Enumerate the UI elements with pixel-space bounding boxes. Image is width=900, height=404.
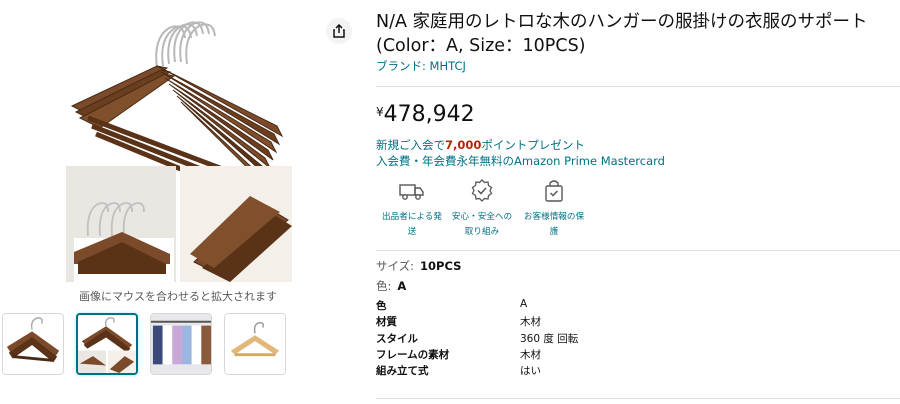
promo-suffix: ポイントプレゼント [481, 138, 585, 152]
shirts-inset-illustration [66, 166, 176, 282]
thumbnail-1[interactable] [2, 313, 64, 375]
size-selector[interactable]: サイズ: 10PCS [376, 258, 461, 274]
share-button[interactable] [326, 18, 352, 44]
spec-key: 色 [376, 300, 387, 312]
feature-label-2b: 取り組み [464, 227, 500, 237]
spec-key: スタイル [376, 332, 418, 345]
rail-inset-illustration [180, 166, 292, 282]
spec-row: フレームの素材 木材 [376, 347, 676, 363]
thumbnail-3[interactable] [150, 313, 212, 375]
size-label: サイズ: [376, 259, 415, 273]
thumbnail-strip [2, 313, 292, 377]
zoom-hint-text: 画像にマウスを合わせると拡大されます [79, 290, 277, 303]
prime-mastercard-link[interactable]: 入会費・年会費永年無料のAmazon Prime Mastercard [376, 153, 665, 169]
spec-key: フレームの素材 [376, 348, 450, 361]
color-label: 色: [376, 279, 392, 293]
spec-row: 材質 木材 [376, 314, 676, 330]
spec-value: 木材 [520, 316, 541, 329]
thumbnail-2-selected[interactable] [76, 313, 138, 375]
brand-link[interactable]: ブランド: MHTCJ [376, 58, 466, 74]
price-amount: 478,942 [383, 102, 475, 127]
spec-key: 材質 [376, 316, 397, 329]
spec-value: A [520, 298, 528, 310]
spec-value: はい [520, 365, 541, 378]
price: ¥478,942 [376, 102, 475, 127]
thumbnail-4[interactable] [224, 313, 286, 375]
feature-safety[interactable]: 安心・安全への 取り組み [446, 176, 518, 240]
feature-customer-info[interactable]: お客様情報の保護 [518, 176, 590, 240]
points-promo[interactable]: 新規ご入会で7,000ポイントプレゼント [376, 138, 585, 153]
spec-table: 色 A 材質 木材 スタイル 360 度 回転 フレームの素材 木材 組み立て式… [376, 298, 676, 379]
truck-icon [397, 176, 427, 206]
shield-badge-icon [467, 176, 497, 206]
color-value: A [397, 279, 407, 293]
feature-label-2a: 安心・安全への [451, 212, 513, 222]
spec-row: スタイル 360 度 回転 [376, 331, 676, 347]
main-product-image[interactable] [62, 6, 294, 284]
feature-label-3a: お客様情報の保 [523, 212, 585, 222]
spec-value: 木材 [520, 348, 541, 361]
divider [376, 250, 900, 251]
feature-label-3b: 護 [549, 227, 559, 237]
promo-prefix: 新規ご入会で [376, 138, 445, 152]
promo-points: 7,000 [445, 138, 482, 152]
lock-bag-icon [539, 176, 569, 206]
feature-label-1a: 出品者による発 [382, 212, 442, 222]
divider [376, 398, 900, 399]
spec-value: 360 度 回転 [520, 332, 579, 345]
spec-row: 組み立て式 はい [376, 363, 676, 379]
product-title: N/A 家庭用のレトロな木のハンガーの服掛けの衣服のサポート (Color：A,… [376, 12, 868, 56]
feature-seller-shipping[interactable]: 出品者による発送 [376, 176, 448, 240]
divider [376, 86, 900, 87]
price-symbol: ¥ [376, 105, 384, 119]
feature-label-1b: 送 [407, 227, 417, 237]
color-selector[interactable]: 色: A [376, 278, 406, 294]
size-value: 10PCS [420, 259, 462, 273]
spec-row: 色 A [376, 298, 676, 314]
spec-key: 組み立て式 [376, 365, 429, 378]
share-icon [333, 24, 345, 38]
